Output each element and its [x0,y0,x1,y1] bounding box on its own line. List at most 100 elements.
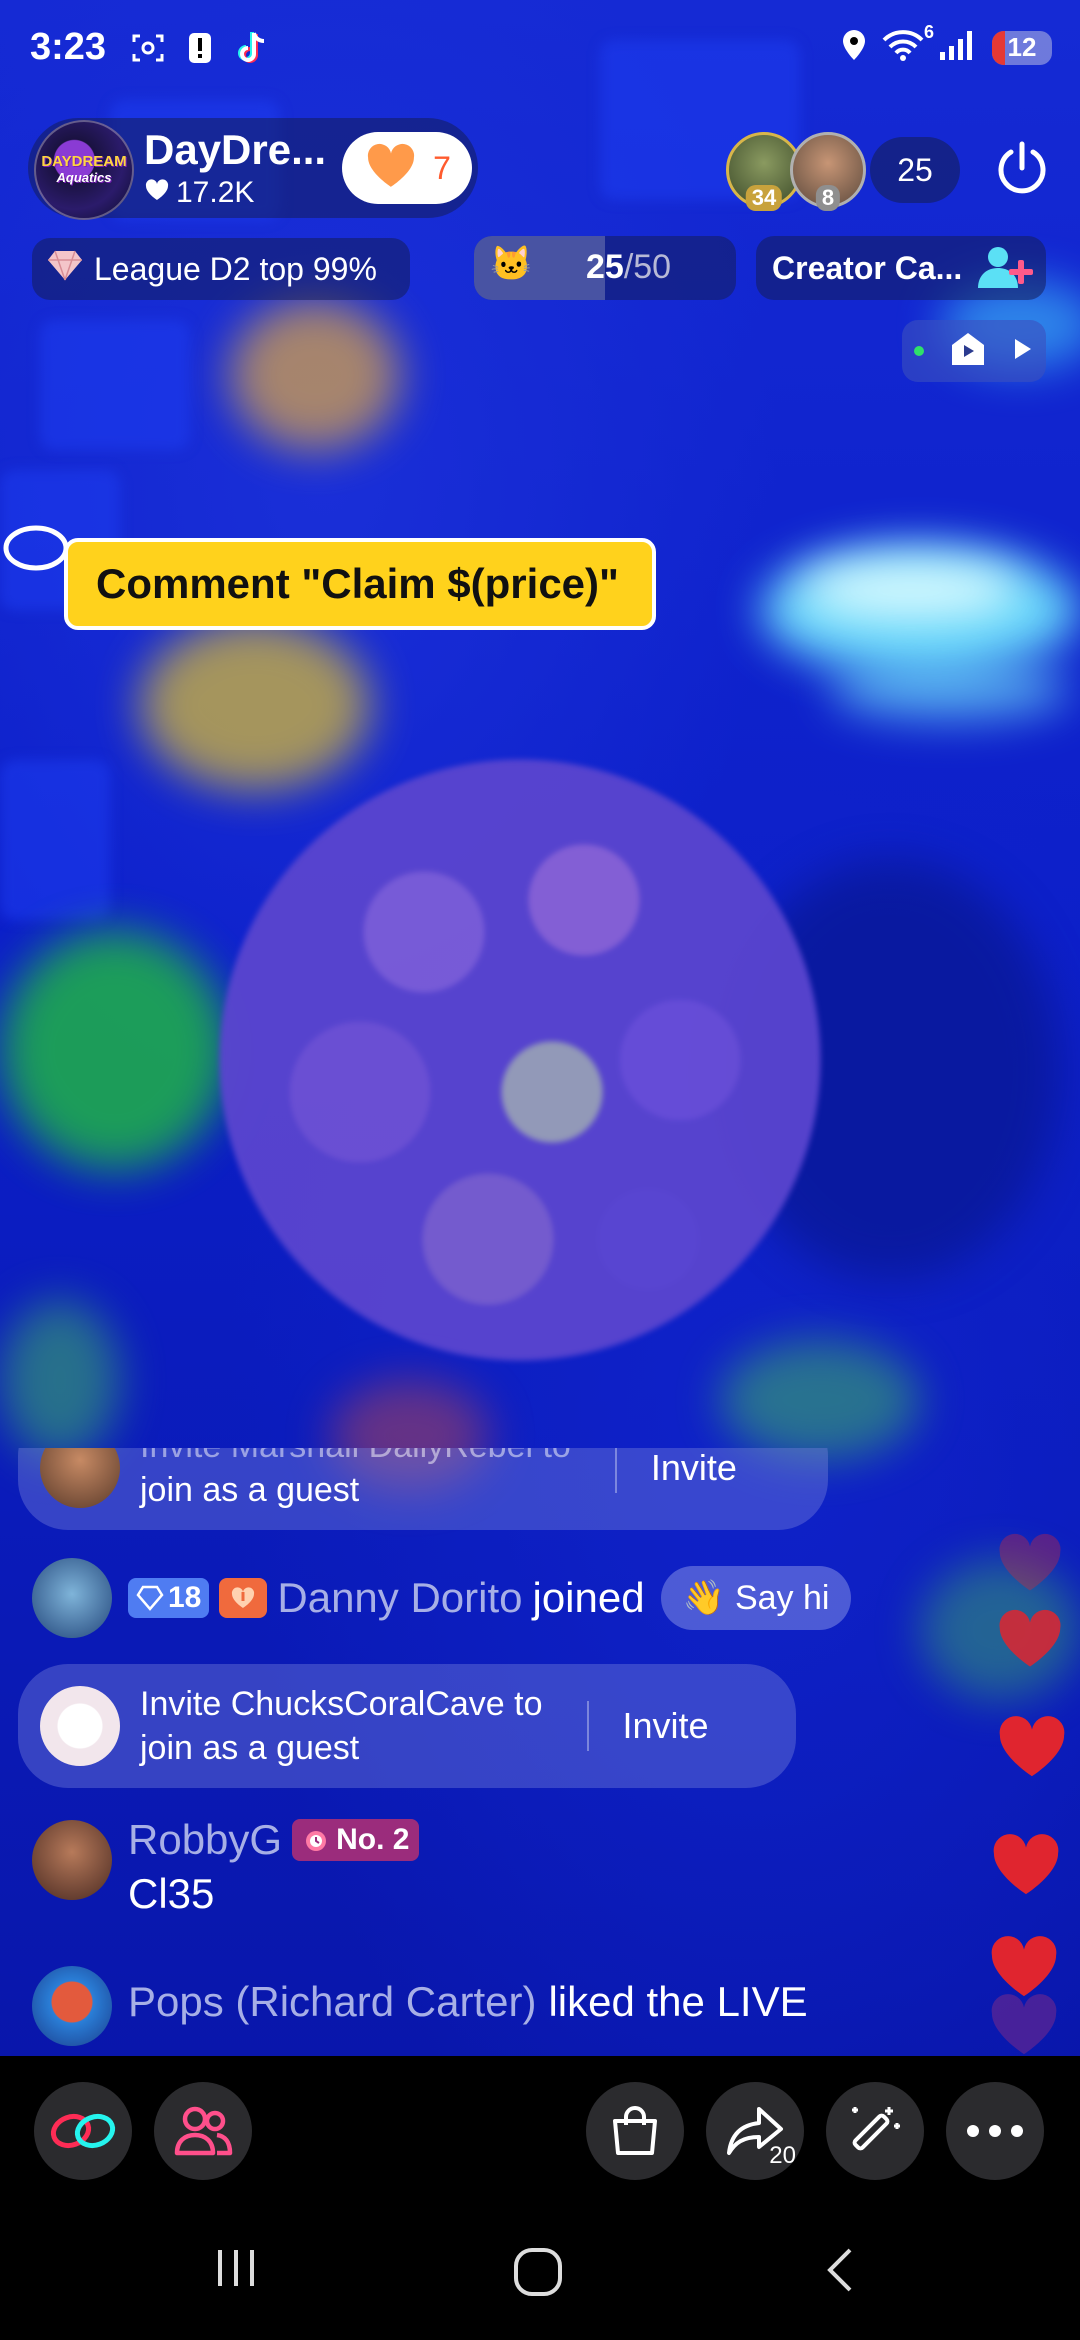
screenshot-icon [130,30,166,66]
location-icon [840,28,868,67]
chat-like-row: Pops (Richard Carter) liked the LIVE [128,1978,1080,2026]
top-viewers[interactable]: 34 8 25 [726,132,960,211]
floating-heart-icon [999,1533,1061,1591]
back-icon [827,2248,852,2292]
recents-icon [218,2250,254,2286]
host-name: DayDre... [144,126,327,173]
user-avatar-pops[interactable] [32,1966,112,2046]
status-bar: 3:23 6 12 [0,0,1080,100]
guests-icon [174,2106,233,2156]
guest-invite-row: Invite ChucksCoralCave to join as a gues… [18,1664,796,1788]
top-viewer-avatar-2[interactable]: 8 [790,132,866,211]
link-button[interactable] [34,2082,132,2180]
chat-username[interactable]: RobbyG [128,1816,282,1864]
claim-tag: Comment "Claim $(price)" [64,538,656,630]
magic-button[interactable] [826,2082,924,2180]
battery-level: 12 [1007,32,1037,62]
orange-heart-icon [363,141,419,196]
goal-progress[interactable]: 🐱 25/50 [474,236,736,300]
guest-invite-text: Invite ChucksCoralCave to join as a gues… [140,1682,543,1770]
chat-like-text: liked the LIVE [548,1978,808,2025]
goal-total: /50 [623,248,672,286]
play-arrow-icon[interactable] [1012,336,1034,367]
wave-hand-icon: 👋 [682,1579,725,1617]
alert-icon [182,30,218,66]
invite-button[interactable]: Invite [623,1705,709,1747]
bottom-toolbar: 20 [0,2056,1080,2206]
heart-gift-count: 7 [433,149,451,186]
host-logo-text: DAYDREAM [41,153,127,170]
viewer-count[interactable]: 25 [870,137,960,203]
guest-invite-line2: join as a guest [140,1471,360,1509]
floating-heart-icon [991,1994,1057,2055]
top-viewer-badge-1: 34 [745,185,783,211]
guest-avatar[interactable] [40,1686,120,1766]
chat-message: Cl35 [128,1870,215,1917]
creator-button[interactable]: Creator Ca... [756,236,1046,300]
rank-text: No. 2 [336,1823,410,1856]
host-logo-subtext: Aquatics [56,170,112,185]
invite-button[interactable]: Invite [651,1448,737,1489]
creator-text: Creator Ca... [772,249,963,286]
status-time: 3:23 [30,26,107,68]
tiktok-icon [234,30,270,66]
fan-badge-icon [219,1578,268,1618]
level-badge: 18 [128,1578,210,1618]
user-avatar-robbyg[interactable] [32,1820,112,1900]
recents-button[interactable] [214,2246,258,2295]
rank-clock-icon [306,1831,327,1851]
floating-heart-icon [993,1834,1059,1895]
rank-badge: No. 2 [292,1819,420,1861]
chat-username[interactable]: Pops (Richard Carter) [128,1978,536,2026]
shop-button[interactable] [586,2082,684,2180]
heart-gift-button[interactable]: 7 [342,132,472,204]
chat-joined-text: joined [532,1574,645,1621]
floating-heart-icon [999,1716,1065,1777]
cat-icon: 🐱 [490,245,533,283]
diamond-icon [46,248,84,290]
guest-invite-line1: Invite ChucksCoralCave to [140,1685,543,1723]
goal-current: 25 [586,248,624,286]
link-icon [50,2113,116,2149]
video-home-icon[interactable] [948,329,988,374]
status-notification-icons [130,30,270,66]
say-hi-label: Say hi [734,1578,830,1617]
battery-icon: 12 [992,30,1052,65]
host-avatar[interactable]: DAYDREAM Aquatics [34,120,134,220]
wifi-badge: 6 [923,22,934,42]
back-button[interactable] [822,2246,858,2299]
add-user-icon [976,244,1036,300]
home-button[interactable] [512,2246,564,2303]
share-button[interactable]: 20 [706,2082,804,2180]
goal-progress-text: 25/50 [586,248,671,287]
media-controls[interactable] [902,320,1046,382]
coral-frag [200,740,840,1380]
chat-joined-row: 18 Danny Dorito joined 👋 Say hi [128,1562,1080,1634]
share-count: 20 [769,2142,796,2169]
level-number: 18 [168,1581,202,1614]
heart-icon [144,176,170,210]
magic-wand-icon [852,2107,900,2151]
level-diamond-icon [136,1585,164,1611]
chat-username[interactable]: Danny Dorito [277,1574,522,1622]
guest-invite-line2: join as a guest [140,1729,360,1767]
shop-icon [613,2106,657,2155]
guests-button[interactable] [154,2082,252,2180]
host-likes-count: 17.2K [176,176,255,209]
live-stream-screen: 3:23 6 12 DAYDREAM Aquatics DayDre... 17… [0,0,1080,2340]
more-icon [967,2125,1023,2137]
home-icon [514,2248,562,2296]
live-dot-icon [914,346,924,356]
system-nav-bar [0,2206,1080,2340]
league-text: League D2 top 99% [94,250,377,287]
user-avatar-danny[interactable] [32,1558,112,1638]
floating-heart-icon [999,1609,1061,1667]
more-button[interactable] [946,2082,1044,2180]
top-viewer-badge-2: 8 [815,185,841,211]
say-hi-button[interactable]: 👋 Say hi [660,1566,852,1630]
signal-icon [938,28,978,67]
host-likes: 17.2K [144,176,254,210]
power-icon[interactable] [992,138,1052,198]
chat-comment-row: RobbyG No. 2 Cl35 [128,1812,1080,1918]
league-badge[interactable]: League D2 top 99% [32,238,410,300]
